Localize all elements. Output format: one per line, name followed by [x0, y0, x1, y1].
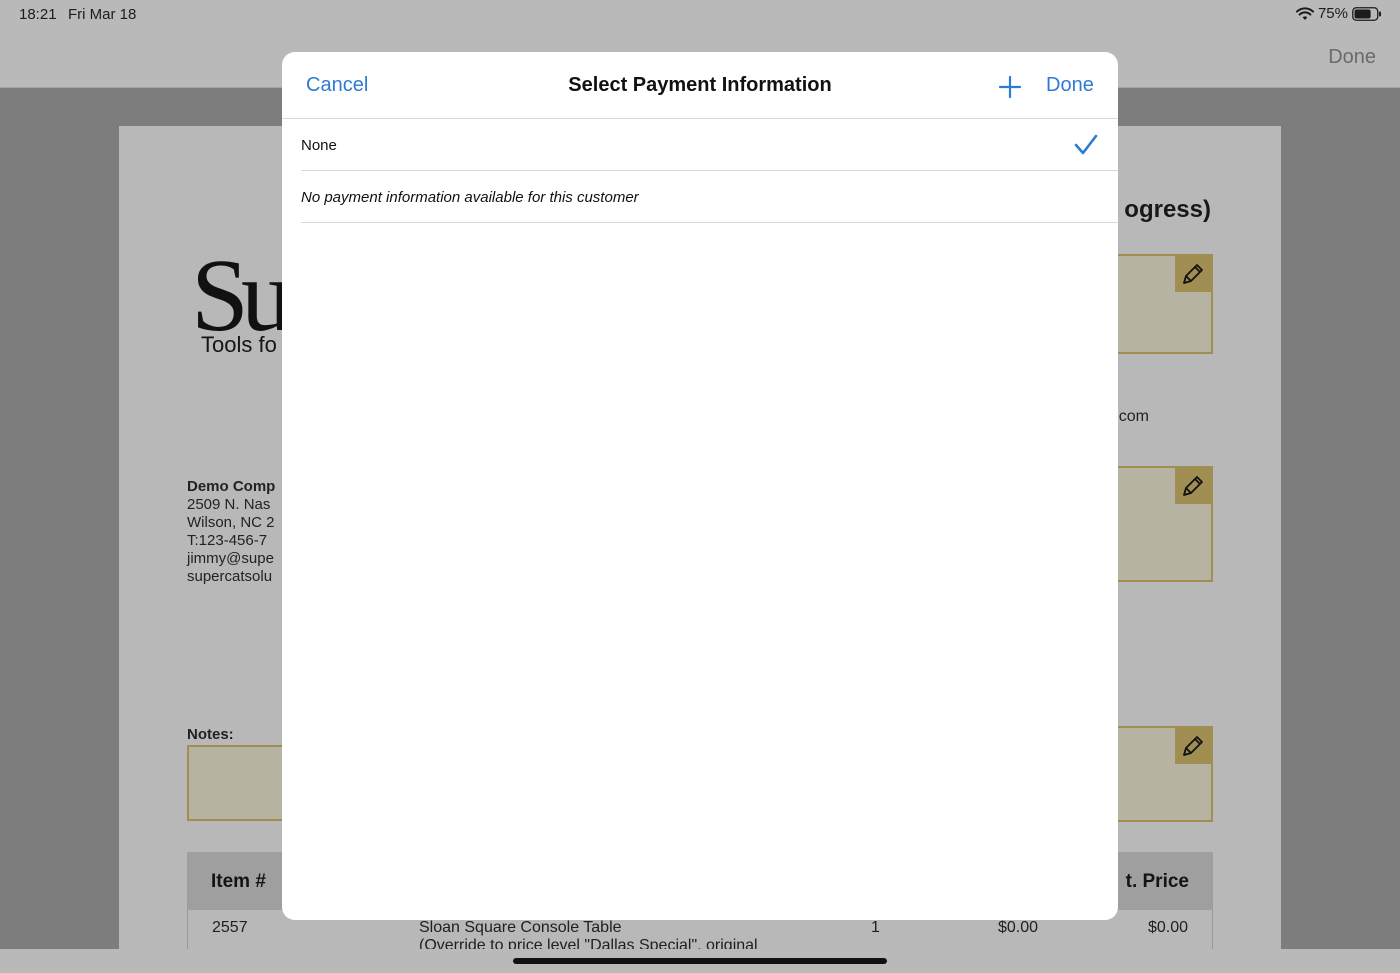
notes-label: Notes: [187, 726, 234, 743]
company-city: Wilson, NC 2 [187, 514, 275, 531]
terms-edit-box[interactable] [1109, 726, 1213, 822]
company-phone: T:123-456-7 [187, 532, 268, 549]
item-ext-price: $0.00 [1147, 919, 1188, 936]
address-edit-box[interactable] [1109, 254, 1213, 354]
sheet-header: Cancel Select Payment Information Done [282, 52, 1118, 119]
screen: 18:21 Fri Mar 18 75% Done ogress) Su Too… [0, 0, 1400, 973]
add-payment-button[interactable] [995, 72, 1025, 102]
checkmark-icon [1074, 134, 1098, 161]
item-description: Sloan Square Console Table [419, 919, 622, 936]
payment-info-sheet: Cancel Select Payment Information Done N… [282, 52, 1118, 920]
home-indicator[interactable] [513, 958, 887, 964]
pencil-icon[interactable] [1175, 728, 1211, 764]
pencil-icon[interactable] [1175, 468, 1211, 504]
option-label: None [301, 137, 337, 154]
nav-done-button[interactable]: Done [1328, 46, 1376, 69]
wifi-icon [1295, 6, 1314, 21]
company-email: jimmy@supe [187, 550, 274, 567]
company-website: supercatsolu [187, 568, 273, 585]
payment-option-none[interactable]: None [301, 119, 1118, 171]
battery-percent: 75% [1317, 5, 1348, 22]
logo-tagline: Tools fo [201, 332, 277, 357]
status-date: Fri Mar 18 [68, 6, 137, 23]
empty-state-message: No payment information available for thi… [301, 189, 639, 206]
empty-state-row: No payment information available for thi… [301, 171, 1118, 223]
document-email-fragment: .com [1114, 408, 1149, 425]
company-address: Demo Comp 2509 N. Nas Wilson, NC 2 T:123… [187, 478, 275, 586]
item-qty: 1 [871, 919, 880, 936]
document-heading: ogress) [1124, 196, 1211, 223]
sheet-title: Select Payment Information [568, 74, 832, 96]
header-item-number: Item # [211, 871, 266, 892]
pencil-icon[interactable] [1175, 256, 1211, 292]
status-time: 18:21 [19, 6, 57, 23]
company-street: 2509 N. Nas [187, 496, 271, 513]
shipping-edit-box[interactable] [1109, 466, 1213, 582]
company-name: Demo Comp [187, 478, 276, 495]
battery-icon [1352, 6, 1382, 21]
item-number: 2557 [212, 919, 248, 936]
header-ext-price: t. Price [1125, 871, 1189, 892]
cancel-button[interactable]: Cancel [306, 74, 368, 97]
item-unit-price: $0.00 [998, 919, 1039, 936]
plus-icon [995, 75, 1025, 105]
item-description-line2: (Override to price level "Dallas Special… [419, 937, 758, 949]
done-button[interactable]: Done [1046, 74, 1094, 97]
status-indicators: 75% [1295, 5, 1382, 22]
status-bar: 18:21 Fri Mar 18 75% [0, 0, 1400, 28]
